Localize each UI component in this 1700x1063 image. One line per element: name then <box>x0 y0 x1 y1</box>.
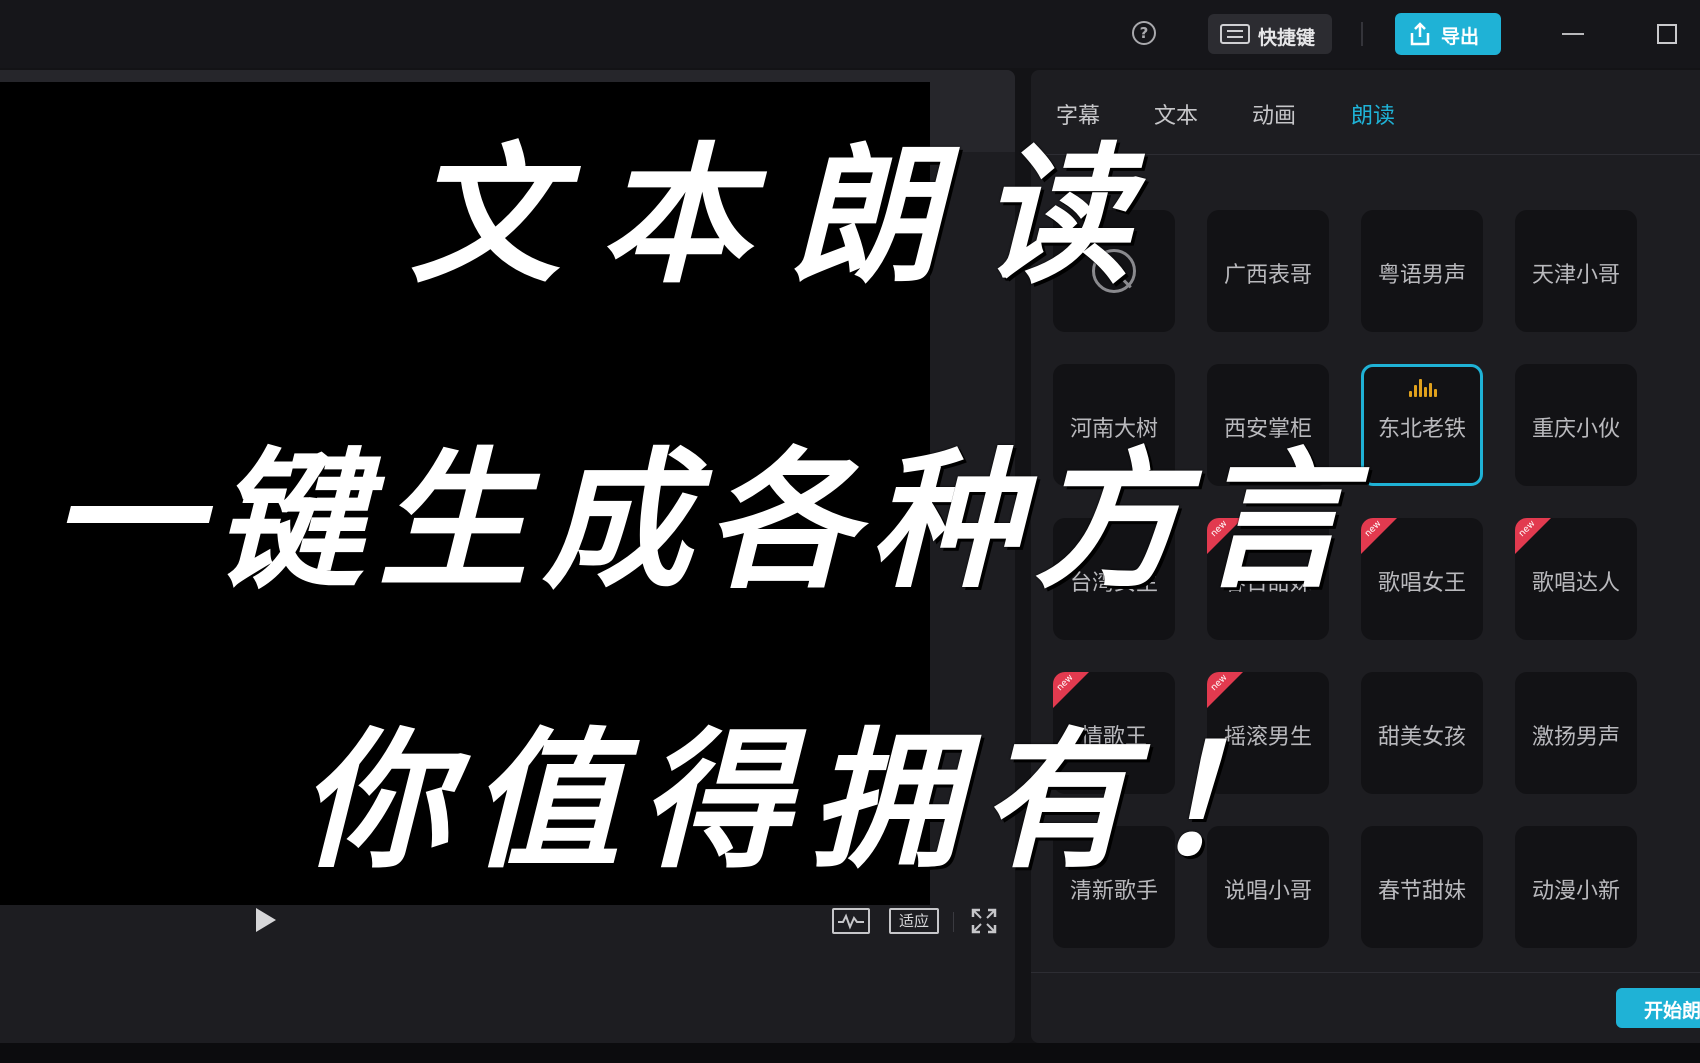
voice-name: 清新歌手 <box>1069 879 1158 904</box>
voice-name: 激扬男声 <box>1531 725 1620 750</box>
divider <box>953 912 954 932</box>
share-icon <box>1410 22 1430 46</box>
voice-name: 重庆小伙 <box>1531 417 1620 442</box>
maximize-icon[interactable] <box>1657 24 1677 44</box>
video-preview[interactable] <box>0 82 930 905</box>
voice-card[interactable]: 东北老铁 <box>1361 364 1483 486</box>
keyboard-icon <box>1220 24 1250 44</box>
voice-name: 天津小哥 <box>1531 263 1620 288</box>
start-reading-button[interactable]: 开始朗读 <box>1616 988 1700 1028</box>
tab-bar: 字幕 文本 动画 朗读 <box>1031 70 1700 155</box>
voice-card[interactable]: 激扬男声 <box>1515 672 1637 794</box>
voice-name: 甜美女孩 <box>1377 725 1466 750</box>
tab-text[interactable]: 文本 <box>1154 98 1198 130</box>
voice-card[interactable]: 西安掌柜 <box>1207 364 1329 486</box>
export-button[interactable]: 导出 <box>1395 13 1501 55</box>
voice-name: 情歌王 <box>1080 725 1147 750</box>
waveform-icon[interactable] <box>832 908 870 934</box>
voice-card-none[interactable] <box>1053 210 1175 332</box>
shortcut-button[interactable]: 快捷键 <box>1208 14 1332 54</box>
voice-name: 台湾女生 <box>1069 571 1158 596</box>
voice-card[interactable]: 河南大树 <box>1053 364 1175 486</box>
voice-card[interactable]: new 情歌王 <box>1053 672 1175 794</box>
divider <box>1361 22 1363 46</box>
voice-name: 歌唱达人 <box>1531 571 1620 596</box>
fullscreen-icon[interactable] <box>971 908 997 934</box>
voice-card[interactable]: 台湾女生 <box>1053 518 1175 640</box>
bottom-edge <box>0 1043 1700 1063</box>
divider <box>1031 972 1700 973</box>
voice-card[interactable]: 说唱小哥 <box>1207 826 1329 948</box>
tab-animation[interactable]: 动画 <box>1252 98 1296 130</box>
help-icon[interactable]: ? <box>1132 21 1156 45</box>
no-voice-icon <box>1092 249 1136 293</box>
voice-name: 广西表哥 <box>1223 263 1312 288</box>
voice-card[interactable]: 清新歌手 <box>1053 826 1175 948</box>
voice-card[interactable]: new 春日甜妹 <box>1207 518 1329 640</box>
voice-name: 河南大树 <box>1069 417 1158 442</box>
tab-read-aloud[interactable]: 朗读 <box>1351 98 1395 130</box>
voice-name: 东北老铁 <box>1377 417 1466 442</box>
voice-card[interactable]: new 歌唱达人 <box>1515 518 1637 640</box>
voice-name: 歌唱女王 <box>1377 571 1466 596</box>
voice-card[interactable]: 重庆小伙 <box>1515 364 1637 486</box>
voice-card[interactable]: 广西表哥 <box>1207 210 1329 332</box>
top-bar: ? 快捷键 导出 <box>0 0 1700 68</box>
voice-card[interactable]: 甜美女孩 <box>1361 672 1483 794</box>
voice-card[interactable]: 动漫小新 <box>1515 826 1637 948</box>
voice-card[interactable]: new 歌唱女王 <box>1361 518 1483 640</box>
shortcut-label: 快捷键 <box>1258 27 1316 49</box>
start-reading-label: 开始朗读 <box>1644 1000 1700 1022</box>
voice-name: 春节甜妹 <box>1377 879 1466 904</box>
fit-button[interactable]: 适应 <box>889 908 939 934</box>
voice-name: 说唱小哥 <box>1223 879 1312 904</box>
play-icon[interactable] <box>256 908 276 932</box>
voice-card[interactable]: new 摇滚男生 <box>1207 672 1329 794</box>
export-label: 导出 <box>1441 26 1480 48</box>
voice-name: 西安掌柜 <box>1223 417 1312 442</box>
voice-name: 粤语男声 <box>1377 263 1466 288</box>
voice-card[interactable]: 粤语男声 <box>1361 210 1483 332</box>
voice-name: 春日甜妹 <box>1223 571 1312 596</box>
minimize-icon[interactable] <box>1562 33 1584 35</box>
tab-subtitle[interactable]: 字幕 <box>1056 98 1100 130</box>
playing-wave-icon <box>1409 379 1441 399</box>
voice-card[interactable]: 天津小哥 <box>1515 210 1637 332</box>
text-properties-panel: 字幕 文本 动画 朗读 广西表哥 粤语男声 天津小哥河南大树 西安掌柜 东北老铁 重庆小伙… <box>1031 70 1700 1043</box>
voice-card[interactable]: 春节甜妹 <box>1361 826 1483 948</box>
voice-name: 摇滚男生 <box>1223 725 1312 750</box>
voice-name: 动漫小新 <box>1531 879 1620 904</box>
